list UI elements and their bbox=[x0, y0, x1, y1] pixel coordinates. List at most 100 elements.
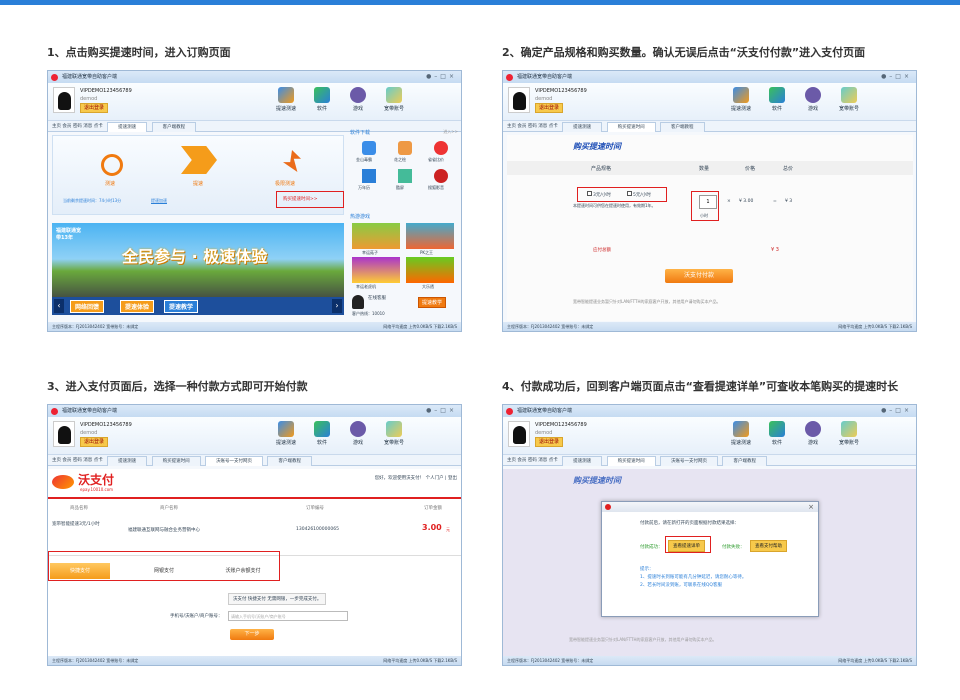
tab-speed-test[interactable]: 提速测速 bbox=[562, 122, 603, 132]
app-icon[interactable] bbox=[434, 141, 448, 155]
banner-tag: 福建联通宽带13年 bbox=[56, 228, 82, 241]
app-logo-icon bbox=[506, 408, 513, 415]
logout-button[interactable]: 退出登录 bbox=[80, 103, 109, 113]
tips-title: 提示： bbox=[640, 567, 654, 572]
banner-nav: ‹ 网络回馈 提速体验 提速教学 › bbox=[52, 297, 344, 315]
tutorial-side-button[interactable]: 提速教学 bbox=[418, 297, 447, 308]
tab-buy-speed-time[interactable]: 购买提速时间 bbox=[151, 456, 201, 466]
game-thumb[interactable] bbox=[406, 223, 454, 249]
banner-headline: 全民参与 · 极速体验 bbox=[122, 247, 268, 266]
games-section-title: 热游游戏 bbox=[350, 214, 371, 220]
gamepad-icon bbox=[350, 421, 366, 437]
app-icon[interactable] bbox=[434, 169, 448, 183]
toolbar-speedtest[interactable]: 提速测速 bbox=[270, 87, 302, 112]
account-sub: demod bbox=[535, 430, 553, 436]
next-arrow-icon[interactable]: › bbox=[332, 299, 342, 313]
client-header: VIPDEMO123456789 demod 退出登录 提速测速 软件 游戏 宽… bbox=[503, 83, 916, 121]
tab-speed-test[interactable]: 提速测速 bbox=[107, 122, 148, 132]
tab-customer-info[interactable]: 客户端教程 bbox=[660, 122, 705, 132]
trial-button[interactable]: 提速体验 bbox=[120, 300, 155, 313]
row-amount-unit: 元 bbox=[446, 527, 450, 532]
speedtest-icon bbox=[278, 421, 294, 437]
toolbar-games[interactable]: 游戏 bbox=[342, 87, 374, 112]
tab-buy-speed-time[interactable]: 购买提速时间 bbox=[606, 122, 656, 132]
nav-links[interactable]: 主页 会员 密码 消息 点卡 bbox=[507, 124, 558, 129]
game-thumb[interactable] bbox=[406, 257, 454, 283]
tab-customer-info[interactable]: 客户端教程 bbox=[151, 122, 197, 132]
step4-caption: 4、付款成功后，回到客户端页面点击“查看提速详单”可查收本笔购买的提速时长 bbox=[502, 380, 899, 393]
speedup-link[interactable]: 提速加速 bbox=[151, 198, 167, 204]
col-product: 产品规格 bbox=[591, 166, 612, 172]
status-bar: 主程序版本：FJ2013042402 宽带账号：未绑定 网络平均速度 上传0.0… bbox=[48, 656, 461, 665]
nav-links[interactable]: 主页 会员 密码 消息 点卡 bbox=[507, 458, 558, 463]
toolbar-account[interactable]: 宽带账号 bbox=[378, 87, 410, 112]
toolbar-games[interactable]: 游戏 bbox=[797, 87, 829, 112]
toolbar-speedtest[interactable]: 提速测速 bbox=[270, 421, 302, 446]
nav-links[interactable]: 主页 会员 密码 消息 点卡 bbox=[52, 124, 103, 129]
toolbar-software[interactable]: 软件 bbox=[761, 87, 793, 112]
window-title: 福建联通宽带自助客户端 bbox=[517, 74, 573, 80]
pay-help-button[interactable]: 查看支付帮助 bbox=[750, 540, 787, 552]
app-icon[interactable] bbox=[362, 169, 376, 183]
tab-wo-pay[interactable]: 沃账号一支付网页 bbox=[660, 456, 719, 466]
more-link[interactable]: 进入>> bbox=[443, 129, 458, 135]
lightning-icon[interactable] bbox=[283, 150, 301, 172]
window-controls[interactable]: ●–□× bbox=[426, 405, 457, 417]
dialog-titlebar: × bbox=[602, 502, 818, 512]
client-header: VIPDEMO123456789 demod 退出登录 提速测速 软件 游戏 宽… bbox=[503, 417, 916, 455]
highlight-box bbox=[665, 536, 711, 553]
test-gauge-icon[interactable] bbox=[101, 154, 123, 176]
tab-buy-speed-time[interactable]: 购买提速时间 bbox=[606, 456, 656, 466]
logout-button[interactable]: 退出登录 bbox=[535, 437, 564, 447]
speedup-arrow-icon[interactable] bbox=[181, 146, 217, 174]
game-thumb[interactable] bbox=[352, 223, 400, 249]
window-controls[interactable]: ●–□× bbox=[426, 71, 457, 83]
tutorial-button[interactable]: 提速教学 bbox=[164, 300, 199, 313]
toolbar-account[interactable]: 宽带账号 bbox=[833, 421, 865, 446]
wo-pay-brand: 沃支付 bbox=[78, 473, 115, 487]
online-service-link[interactable]: 在线客服 bbox=[368, 295, 386, 301]
feedback-button[interactable]: 网络回馈 bbox=[70, 300, 105, 313]
toolbar-games[interactable]: 游戏 bbox=[342, 421, 374, 446]
nav-links[interactable]: 主页 会员 密码 消息 点卡 bbox=[52, 458, 103, 463]
toolbar-account[interactable]: 宽带账号 bbox=[378, 421, 410, 446]
step3-caption: 3、进入支付页面后，选择一种付款方式即可开始付款 bbox=[47, 380, 308, 393]
toolbar-speedtest[interactable]: 提速测速 bbox=[725, 421, 757, 446]
toolbar-games[interactable]: 游戏 bbox=[797, 421, 829, 446]
toolbar-speedtest[interactable]: 提速测速 bbox=[725, 87, 757, 112]
game-thumb[interactable] bbox=[352, 257, 400, 283]
toolbar-account[interactable]: 宽带账号 bbox=[833, 87, 865, 112]
line-total: ¥ 3 bbox=[785, 199, 793, 204]
tab-wo-pay[interactable]: 沃账号一支付网页 bbox=[205, 456, 264, 466]
unit-price: ¥ 3.00 bbox=[739, 199, 754, 204]
logout-button[interactable]: 退出登录 bbox=[80, 437, 109, 447]
status-bar: 主程序版本：FJ2013042402 宽带账号：未绑定 网络平均速度 上传0.0… bbox=[503, 656, 916, 665]
window-controls[interactable]: ●–□× bbox=[881, 71, 912, 83]
logout-button[interactable]: 退出登录 bbox=[535, 103, 564, 113]
tab-customer-info[interactable]: 客户端教程 bbox=[267, 456, 312, 466]
account-input[interactable]: 请输入手机号/沃账户/商户账号 bbox=[228, 611, 348, 621]
app-icon[interactable] bbox=[398, 169, 412, 183]
tab-speed-test[interactable]: 提速测速 bbox=[562, 456, 603, 466]
wo-pay-button[interactable]: 沃支付付款 bbox=[665, 269, 733, 283]
window-controls[interactable]: ●–□× bbox=[881, 405, 912, 417]
highlight-box bbox=[577, 187, 667, 202]
next-button[interactable]: 下一步 bbox=[230, 629, 274, 640]
prev-arrow-icon[interactable]: ‹ bbox=[54, 299, 64, 313]
toolbar-software[interactable]: 软件 bbox=[306, 421, 338, 446]
app-icon[interactable] bbox=[398, 141, 412, 155]
tab-speed-test[interactable]: 提速测速 bbox=[107, 456, 148, 466]
app-icon[interactable] bbox=[362, 141, 376, 155]
account-id: VIPDEMO123456789 bbox=[80, 422, 132, 428]
tab-customer-info[interactable]: 客户端教程 bbox=[722, 456, 767, 466]
wo-pay-url: epay.10010.com bbox=[80, 487, 114, 492]
promo-banner[interactable]: 福建联通宽带13年 全民参与 · 极速体验 bbox=[52, 223, 344, 315]
window-titlebar: 福建联通宽带自助客户端 ●–□× bbox=[503, 405, 916, 417]
user-greeting[interactable]: 您好，欢迎使用沃支付！ 个人门户 | 登出 bbox=[375, 475, 457, 481]
dialog-close-icon[interactable]: × bbox=[808, 502, 814, 512]
toolbar-software[interactable]: 软件 bbox=[761, 421, 793, 446]
window-titlebar: 福建联通宽带自助客户端 ●–□× bbox=[48, 405, 461, 417]
status-right: 网络平均速度 上传0.0KB/S 下载2.1KB/S bbox=[383, 324, 457, 329]
gamepad-icon bbox=[350, 87, 366, 103]
toolbar-software[interactable]: 软件 bbox=[306, 87, 338, 112]
